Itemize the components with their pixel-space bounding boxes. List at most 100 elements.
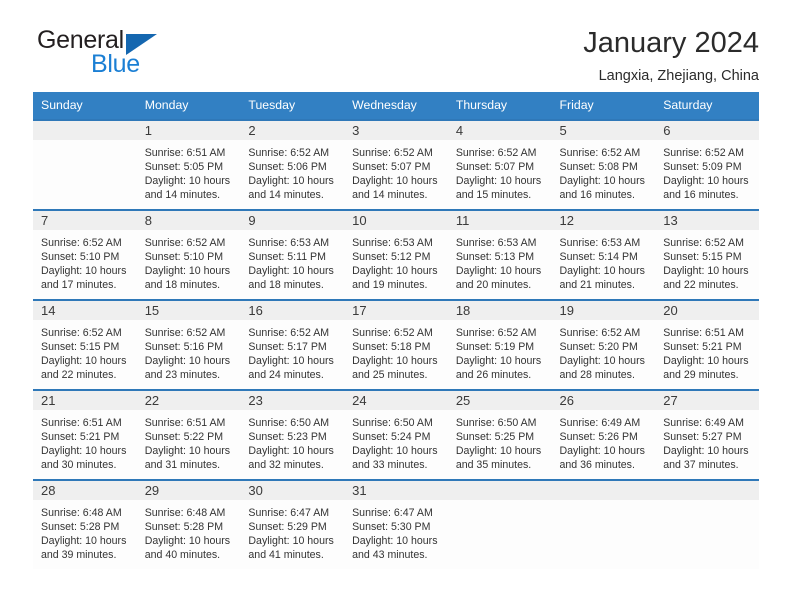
day-cell[interactable]: 27 Sunrise: 6:49 AM Sunset: 5:27 PM Dayligh… [655, 389, 759, 479]
day-cell[interactable]: 25 Sunrise: 6:50 AM Sunset: 5:25 PM Dayligh… [447, 389, 552, 479]
daylight-text-line2: and 15 minutes. [455, 189, 532, 202]
day-number: 27 [655, 391, 759, 410]
day-number: 3 [344, 121, 448, 140]
daylight-text-line1: Daylight: 10 hours [41, 445, 127, 458]
day-details: Sunrise: 6:47 AM Sunset: 5:29 PM Daylight:… [240, 500, 344, 562]
sunrise-text: Sunrise: 6:52 AM [559, 327, 641, 339]
calendar-week-row: 7 Sunrise: 6:52 AM Sunset: 5:10 PM Daylight… [33, 209, 759, 299]
day-cell[interactable]: 5 Sunrise: 6:52 AM Sunset: 5:08 PM Daylight… [551, 119, 656, 209]
daylight-text-line2: and 16 minutes. [559, 189, 635, 202]
day-cell[interactable]: 22 Sunrise: 6:51 AM Sunset: 5:22 PM Dayligh… [136, 389, 241, 479]
weekday-header-wednesday: Wednesday [344, 92, 448, 119]
day-details: Sunrise: 6:52 AM Sunset: 5:18 PM Daylight:… [344, 320, 448, 382]
daylight-text-line2: and 41 minutes. [248, 549, 324, 562]
calendar-day-cell: 31 Sunrise: 6:47 AM Sunset: 5:30 PM Dayligh… [344, 479, 448, 569]
day-details: Sunrise: 6:50 AM Sunset: 5:24 PM Daylight:… [344, 410, 448, 472]
title-block: January 2024 Langxia, Zhejiang, China [583, 26, 759, 84]
day-cell[interactable]: 6 Sunrise: 6:52 AM Sunset: 5:09 PM Daylight… [655, 119, 759, 209]
sunset-text: Sunset: 5:19 PM [455, 341, 535, 354]
calendar-day-cell: 26 Sunrise: 6:49 AM Sunset: 5:26 PM Dayligh… [551, 389, 656, 479]
daylight-text-line2: and 21 minutes. [559, 279, 635, 292]
sunset-text: Sunset: 5:21 PM [663, 341, 742, 354]
day-details: Sunrise: 6:51 AM Sunset: 5:21 PM Daylight:… [655, 320, 759, 382]
calendar-day-cell: 10 Sunrise: 6:53 AM Sunset: 5:12 PM Dayligh… [344, 209, 448, 299]
sunrise-text: Sunrise: 6:48 AM [41, 507, 122, 519]
day-cell[interactable]: 17 Sunrise: 6:52 AM Sunset: 5:18 PM Dayligh… [344, 299, 448, 389]
daylight-text-line1: Daylight: 10 hours [663, 445, 749, 458]
day-number: 30 [240, 481, 345, 500]
day-cell[interactable]: 16 Sunrise: 6:52 AM Sunset: 5:17 PM Dayligh… [240, 299, 345, 389]
daylight-text-line2: and 39 minutes. [41, 549, 117, 562]
day-number: 2 [240, 121, 345, 140]
daylight-text-line2: and 40 minutes. [144, 549, 221, 562]
day-details: Sunrise: 6:52 AM Sunset: 5:07 PM Daylight:… [448, 140, 552, 202]
calendar-day-cell: 5 Sunrise: 6:52 AM Sunset: 5:08 PM Daylight… [551, 119, 656, 209]
calendar-day-cell: 24 Sunrise: 6:50 AM Sunset: 5:24 PM Dayligh… [344, 389, 448, 479]
sunset-text: Sunset: 5:24 PM [352, 431, 431, 444]
day-cell[interactable]: 10 Sunrise: 6:53 AM Sunset: 5:12 PM Dayligh… [344, 209, 448, 299]
day-cell[interactable]: 11 Sunrise: 6:53 AM Sunset: 5:13 PM Dayligh… [447, 209, 552, 299]
calendar-day-cell: 2 Sunrise: 6:52 AM Sunset: 5:06 PM Daylight… [240, 119, 345, 209]
daylight-text-line2: and 25 minutes. [352, 369, 428, 382]
day-details: Sunrise: 6:52 AM Sunset: 5:06 PM Daylight:… [240, 140, 344, 202]
day-details: Sunrise: 6:51 AM Sunset: 5:05 PM Daylight:… [137, 140, 241, 202]
day-cell-empty [655, 479, 759, 569]
calendar-week-row: 14 Sunrise: 6:52 AM Sunset: 5:15 PM Dayligh… [33, 299, 759, 389]
sunrise-text: Sunrise: 6:53 AM [559, 237, 641, 249]
day-cell[interactable]: 26 Sunrise: 6:49 AM Sunset: 5:26 PM Dayligh… [551, 389, 656, 479]
day-number: 9 [240, 211, 345, 230]
day-cell[interactable]: 21 Sunrise: 6:51 AM Sunset: 5:21 PM Dayligh… [33, 389, 137, 479]
daylight-text-line2: and 14 minutes. [144, 189, 221, 202]
sunrise-text: Sunrise: 6:52 AM [248, 147, 330, 159]
calendar-day-cell [655, 479, 759, 569]
sunrise-text: Sunrise: 6:52 AM [41, 237, 122, 249]
daylight-text-line1: Daylight: 10 hours [559, 175, 645, 188]
day-cell[interactable]: 12 Sunrise: 6:53 AM Sunset: 5:14 PM Dayligh… [551, 209, 656, 299]
day-cell[interactable]: 18 Sunrise: 6:52 AM Sunset: 5:19 PM Dayligh… [447, 299, 552, 389]
day-cell-empty [33, 119, 137, 209]
generalblue-logo[interactable]: General Blue [33, 26, 193, 82]
calendar-day-cell [447, 479, 552, 569]
day-details: Sunrise: 6:51 AM Sunset: 5:21 PM Daylight:… [33, 410, 137, 472]
day-cell[interactable]: 2 Sunrise: 6:52 AM Sunset: 5:06 PM Daylight… [240, 119, 345, 209]
sunrise-text: Sunrise: 6:52 AM [352, 147, 433, 159]
day-number: 22 [136, 391, 241, 410]
page-header: General Blue January 2024 Langxia, Zheji… [0, 0, 792, 92]
sunset-text: Sunset: 5:13 PM [455, 251, 535, 264]
day-number: 20 [655, 301, 759, 320]
calendar-day-cell: 28 Sunrise: 6:48 AM Sunset: 5:28 PM Dayligh… [33, 479, 137, 569]
day-cell[interactable]: 19 Sunrise: 6:52 AM Sunset: 5:20 PM Dayligh… [551, 299, 656, 389]
day-cell[interactable]: 23 Sunrise: 6:50 AM Sunset: 5:23 PM Dayligh… [240, 389, 345, 479]
day-cell[interactable]: 15 Sunrise: 6:52 AM Sunset: 5:16 PM Dayligh… [136, 299, 241, 389]
daylight-text-line1: Daylight: 10 hours [144, 265, 231, 278]
day-cell[interactable]: 9 Sunrise: 6:53 AM Sunset: 5:11 PM Daylight… [240, 209, 345, 299]
logo-text-blue: Blue [91, 50, 140, 78]
daylight-text-line2: and 19 minutes. [352, 279, 428, 292]
daylight-text-line2: and 16 minutes. [663, 189, 739, 202]
day-cell[interactable]: 3 Sunrise: 6:52 AM Sunset: 5:07 PM Daylight… [344, 119, 448, 209]
calendar-day-cell: 7 Sunrise: 6:52 AM Sunset: 5:10 PM Daylight… [33, 209, 137, 299]
sunrise-text: Sunrise: 6:51 AM [41, 417, 122, 429]
sunset-text: Sunset: 5:09 PM [663, 161, 742, 174]
day-cell[interactable]: 7 Sunrise: 6:52 AM Sunset: 5:10 PM Daylight… [33, 209, 137, 299]
day-cell[interactable]: 13 Sunrise: 6:52 AM Sunset: 5:15 PM Dayligh… [655, 209, 759, 299]
day-cell[interactable]: 28 Sunrise: 6:48 AM Sunset: 5:28 PM Dayligh… [33, 479, 137, 569]
sunrise-text: Sunrise: 6:49 AM [663, 417, 744, 429]
day-cell[interactable]: 1 Sunrise: 6:51 AM Sunset: 5:05 PM Daylight… [136, 119, 241, 209]
daylight-text-line1: Daylight: 10 hours [455, 445, 542, 458]
day-cell[interactable]: 8 Sunrise: 6:52 AM Sunset: 5:10 PM Daylight… [136, 209, 241, 299]
day-cell[interactable]: 14 Sunrise: 6:52 AM Sunset: 5:15 PM Dayligh… [33, 299, 137, 389]
day-number: 31 [344, 481, 448, 500]
day-cell[interactable]: 24 Sunrise: 6:50 AM Sunset: 5:24 PM Dayligh… [344, 389, 448, 479]
day-cell[interactable]: 29 Sunrise: 6:48 AM Sunset: 5:28 PM Dayligh… [136, 479, 241, 569]
daylight-text-line1: Daylight: 10 hours [248, 175, 334, 188]
day-number: 15 [136, 301, 241, 320]
daylight-text-line2: and 26 minutes. [455, 369, 532, 382]
sunset-text: Sunset: 5:10 PM [41, 251, 120, 264]
daylight-text-line1: Daylight: 10 hours [41, 535, 127, 548]
day-cell[interactable]: 4 Sunrise: 6:52 AM Sunset: 5:07 PM Daylight… [447, 119, 552, 209]
day-cell[interactable]: 20 Sunrise: 6:51 AM Sunset: 5:21 PM Dayligh… [655, 299, 759, 389]
daylight-text-line1: Daylight: 10 hours [352, 355, 438, 368]
day-cell[interactable]: 31 Sunrise: 6:47 AM Sunset: 5:30 PM Dayligh… [344, 479, 448, 569]
day-cell[interactable]: 30 Sunrise: 6:47 AM Sunset: 5:29 PM Dayligh… [240, 479, 345, 569]
